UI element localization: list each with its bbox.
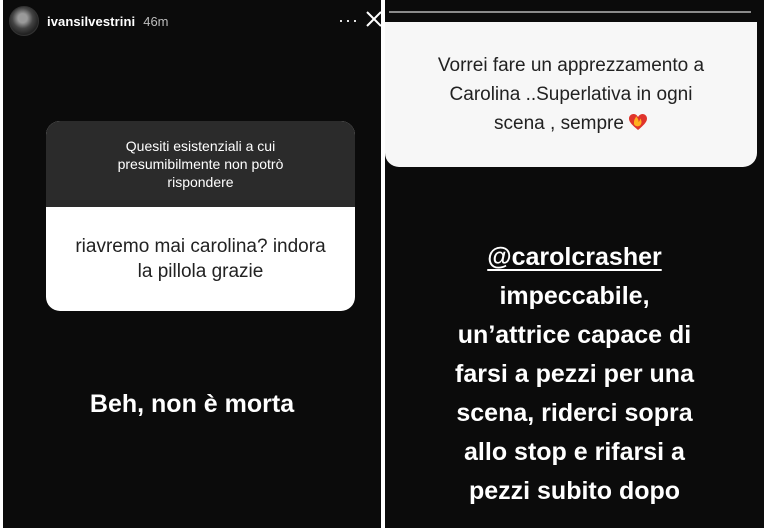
answer-card-text: Vorrei fare un apprezzamento a Carolina … bbox=[437, 55, 705, 134]
question-sticker: Quesiti esistenziali a cui presumibilmen… bbox=[46, 121, 355, 311]
story-reply-block: @carolcrasher impeccabile, un’attrice ca… bbox=[385, 238, 764, 511]
screenshot-frame: ivansilvestrini 46m ··· Quesiti esistenz… bbox=[0, 0, 767, 532]
reply-line: scena, riderci sopra bbox=[456, 399, 693, 427]
reply-line: impeccabile, bbox=[499, 282, 650, 310]
story-reply-text: Beh, non è morta bbox=[89, 390, 295, 418]
timestamp: 46m bbox=[143, 13, 169, 29]
reply-line: allo stop e rifarsi a bbox=[464, 438, 685, 466]
mention-link[interactable]: @carolcrasher bbox=[385, 238, 764, 277]
question-prompt: Quesiti esistenziali a cui presumibilmen… bbox=[46, 121, 355, 207]
reply-line: pezzi subito dopo bbox=[468, 477, 681, 505]
story-left: ivansilvestrini 46m ··· Quesiti esistenz… bbox=[3, 0, 381, 528]
story-topbar bbox=[385, 0, 757, 20]
story-right: Vorrei fare un apprezzamento a Carolina … bbox=[385, 0, 764, 528]
reply-line: farsi a pezzi per una bbox=[455, 360, 694, 388]
more-options-icon[interactable]: ··· bbox=[338, 10, 359, 31]
question-answer: riavremo mai carolina? indora la pillola… bbox=[75, 236, 326, 282]
avatar[interactable] bbox=[9, 6, 39, 36]
close-icon[interactable] bbox=[365, 10, 381, 28]
heart-on-fire-icon bbox=[628, 114, 647, 130]
question-answer-card: Vorrei fare un apprezzamento a Carolina … bbox=[385, 22, 757, 167]
story-progress-bar bbox=[389, 11, 751, 13]
reply-line: un’attrice capace di bbox=[457, 321, 692, 349]
story-header: ivansilvestrini 46m ··· bbox=[9, 6, 381, 36]
username[interactable]: ivansilvestrini bbox=[47, 14, 135, 29]
